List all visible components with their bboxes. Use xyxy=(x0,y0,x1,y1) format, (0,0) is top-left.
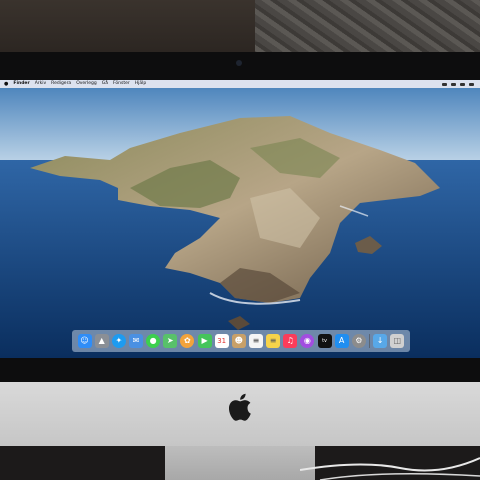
menu-app-name[interactable]: Finder xyxy=(13,80,29,88)
dock-separator xyxy=(368,334,370,348)
apple-logo-icon xyxy=(229,393,251,421)
monitor-stand xyxy=(165,446,315,480)
facetime-icon[interactable]: ▶ xyxy=(197,334,212,348)
menu-bar: ● Finder Arkiv Redigera Overlegg Gå Föns… xyxy=(0,80,480,88)
downloads-folder-icon[interactable]: ↓ xyxy=(373,334,388,348)
cable xyxy=(300,457,480,480)
menu-item-edit[interactable]: Redigera xyxy=(51,80,71,88)
messages-icon[interactable]: ● xyxy=(146,334,161,348)
system-preferences-icon[interactable]: ⚙ xyxy=(351,334,366,348)
reminders-icon[interactable]: ≡ xyxy=(248,334,263,348)
finder-icon[interactable]: ☺ xyxy=(77,334,92,348)
music-icon[interactable]: ♫ xyxy=(283,334,298,348)
calendar-icon[interactable]: 31 xyxy=(214,334,229,348)
wallpaper-catalina xyxy=(0,88,480,358)
menu-item-window[interactable]: Fönster xyxy=(113,80,130,88)
trash-icon[interactable]: ◫ xyxy=(390,334,405,348)
background-poster xyxy=(255,0,480,58)
podcasts-icon[interactable]: ◉ xyxy=(300,334,315,348)
search-icon[interactable] xyxy=(469,82,474,86)
notes-icon[interactable]: ≡ xyxy=(266,334,281,348)
launchpad-icon[interactable]: ▲ xyxy=(94,334,109,348)
photos-icon[interactable]: ✿ xyxy=(180,334,195,348)
menu-item-view[interactable]: Overlegg xyxy=(76,80,97,88)
menu-item-file[interactable]: Arkiv xyxy=(35,80,46,88)
battery-icon[interactable] xyxy=(451,82,456,86)
clock-icon[interactable] xyxy=(460,82,465,86)
appstore-icon[interactable]: A xyxy=(334,334,349,348)
wifi-icon[interactable] xyxy=(442,82,447,86)
menu-item-help[interactable]: Hjälp xyxy=(135,80,147,88)
maps-icon[interactable]: ➤ xyxy=(163,334,178,348)
dock: ☺ ▲ ✦ ✉ ● ➤ ✿ ▶ 31 ☻ ≡ ≡ ♫ ◉ tv A ⚙ ↓ ◫ xyxy=(72,330,410,352)
apple-menu-icon[interactable]: ● xyxy=(4,80,8,88)
safari-icon[interactable]: ✦ xyxy=(111,334,126,348)
menu-item-go[interactable]: Gå xyxy=(102,80,108,88)
screen: ● Finder Arkiv Redigera Overlegg Gå Föns… xyxy=(0,80,480,358)
mail-icon[interactable]: ✉ xyxy=(128,334,143,348)
contacts-icon[interactable]: ☻ xyxy=(231,334,246,348)
camera xyxy=(236,60,242,66)
appletv-icon[interactable]: tv xyxy=(317,334,332,348)
